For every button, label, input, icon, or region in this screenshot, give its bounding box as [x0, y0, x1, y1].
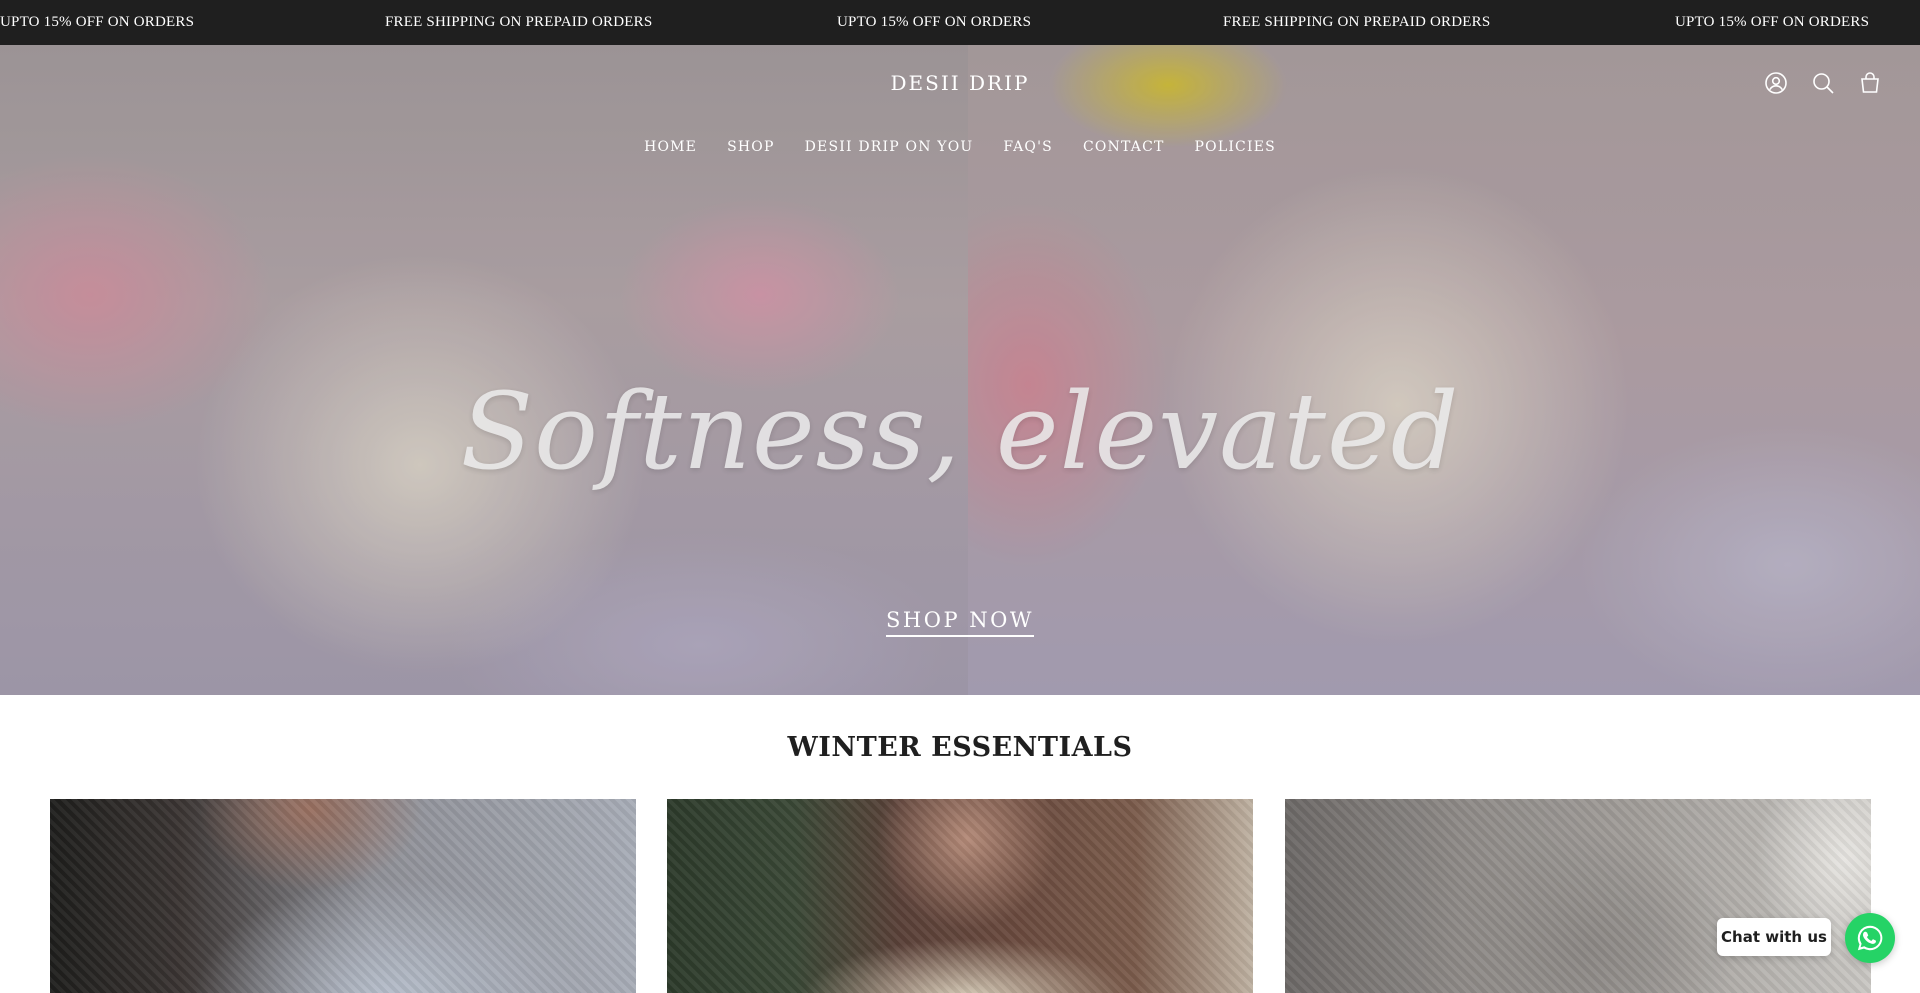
product-card[interactable]	[50, 799, 636, 993]
nav-item-faqs[interactable]: FAQ'S	[1003, 139, 1053, 155]
announcement-item: UPTO 15% OFF ON ORDERS	[837, 14, 1032, 30]
site-logo[interactable]: DESII DRIP	[860, 71, 1060, 95]
main-nav: HOME SHOP DESII DRIP ON YOU FAQ'S CONTAC…	[0, 139, 1920, 155]
nav-item-desii-drip-on-you[interactable]: DESII DRIP ON YOU	[805, 139, 974, 155]
whatsapp-button[interactable]	[1845, 913, 1895, 963]
account-icon[interactable]	[1764, 71, 1788, 95]
shop-now-label[interactable]: SHOP NOW	[886, 608, 1034, 637]
announcement-bar: UPTO 15% OFF ON ORDERS FREE SHIPPING ON …	[0, 0, 1920, 45]
announcement-item: UPTO 15% OFF ON ORDERS	[1675, 14, 1870, 30]
whatsapp-icon	[1857, 925, 1883, 951]
product-card[interactable]	[667, 799, 1253, 993]
product-card[interactable]	[1285, 799, 1871, 993]
nav-item-home[interactable]: HOME	[644, 139, 697, 155]
cart-icon[interactable]	[1858, 71, 1882, 95]
shop-now-button[interactable]: SHOP NOW	[860, 608, 1060, 637]
hero-headline: Softness, elevated	[460, 370, 1460, 493]
chat-with-us-button[interactable]: Chat with us	[1717, 918, 1831, 956]
nav-item-policies[interactable]: POLICIES	[1195, 139, 1276, 155]
announcement-item: UPTO 15% OFF ON ORDERS	[0, 14, 195, 30]
header-icons	[1764, 71, 1882, 95]
nav-item-shop[interactable]: SHOP	[727, 139, 775, 155]
nav-item-contact[interactable]: CONTACT	[1083, 139, 1165, 155]
section-title: WINTER ESSENTIALS	[787, 732, 1133, 763]
announcement-item: FREE SHIPPING ON PREPAID ORDERS	[1223, 14, 1491, 30]
announcement-item: FREE SHIPPING ON PREPAID ORDERS	[385, 14, 653, 30]
search-icon[interactable]	[1811, 71, 1835, 95]
